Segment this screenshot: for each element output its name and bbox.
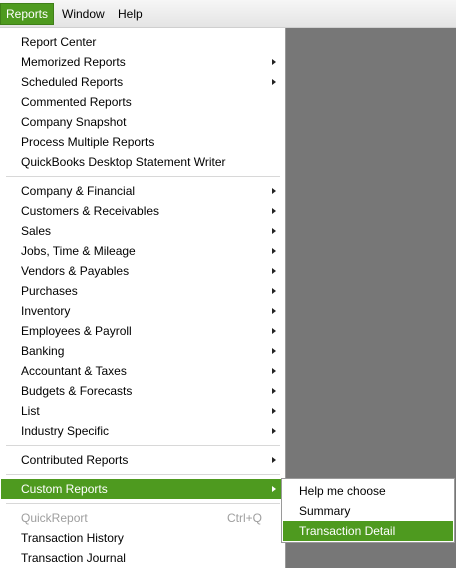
menu-item-customers-receivables[interactable]: Customers & Receivables bbox=[1, 201, 284, 221]
menu-item-label: Memorized Reports bbox=[21, 55, 126, 69]
menu-reports[interactable]: Reports bbox=[0, 3, 55, 25]
submenu-arrow-icon bbox=[272, 288, 276, 294]
menu-help[interactable]: Help bbox=[113, 3, 148, 25]
menu-window[interactable]: Window bbox=[57, 3, 110, 25]
submenu-arrow-icon bbox=[272, 228, 276, 234]
menu-item-label: Commented Reports bbox=[21, 95, 132, 109]
submenu-item-label: Transaction Detail bbox=[299, 524, 396, 538]
submenu-item-summary[interactable]: Summary bbox=[283, 501, 453, 521]
submenu-item-transaction-detail[interactable]: Transaction Detail bbox=[283, 521, 453, 541]
menu-item-custom-reports[interactable]: Custom Reports bbox=[1, 479, 284, 499]
menu-bar: Reports Window Help bbox=[0, 0, 456, 28]
submenu-arrow-icon bbox=[272, 428, 276, 434]
submenu-arrow-icon bbox=[272, 79, 276, 85]
submenu-item-label: Help me choose bbox=[299, 484, 386, 498]
submenu-arrow-icon bbox=[272, 59, 276, 65]
reports-menu: Report Center Memorized Reports Schedule… bbox=[0, 28, 286, 568]
menu-item-label: Custom Reports bbox=[21, 482, 108, 496]
submenu-arrow-icon bbox=[272, 188, 276, 194]
submenu-arrow-icon bbox=[272, 248, 276, 254]
menu-item-label: Transaction History bbox=[21, 531, 124, 545]
shortcut-label: Ctrl+Q bbox=[226, 511, 262, 525]
menu-item-report-center[interactable]: Report Center bbox=[1, 32, 284, 52]
menu-item-company-snapshot[interactable]: Company Snapshot bbox=[1, 112, 284, 132]
menu-item-vendors-payables[interactable]: Vendors & Payables bbox=[1, 261, 284, 281]
menu-item-label: Budgets & Forecasts bbox=[21, 384, 133, 398]
menu-item-budgets-forecasts[interactable]: Budgets & Forecasts bbox=[1, 381, 284, 401]
menu-item-label: Accountant & Taxes bbox=[21, 364, 127, 378]
submenu-arrow-icon bbox=[272, 348, 276, 354]
menu-item-label: Banking bbox=[21, 344, 65, 358]
menu-item-jobs-time-mileage[interactable]: Jobs, Time & Mileage bbox=[1, 241, 284, 261]
submenu-arrow-icon bbox=[272, 408, 276, 414]
menu-item-banking[interactable]: Banking bbox=[1, 341, 284, 361]
menu-item-inventory[interactable]: Inventory bbox=[1, 301, 284, 321]
submenu-arrow-icon bbox=[272, 328, 276, 334]
menu-item-accountant-taxes[interactable]: Accountant & Taxes bbox=[1, 361, 284, 381]
submenu-arrow-icon bbox=[272, 208, 276, 214]
menu-item-label: Company & Financial bbox=[21, 184, 136, 198]
menu-item-label: Report Center bbox=[21, 35, 97, 49]
menu-separator bbox=[6, 445, 280, 446]
menu-item-scheduled-reports[interactable]: Scheduled Reports bbox=[1, 72, 284, 92]
menu-item-transaction-journal[interactable]: Transaction Journal bbox=[1, 548, 284, 568]
menu-item-label: Vendors & Payables bbox=[21, 264, 130, 278]
menu-item-company-financial[interactable]: Company & Financial bbox=[1, 181, 284, 201]
menu-separator bbox=[6, 474, 280, 475]
submenu-arrow-icon bbox=[272, 368, 276, 374]
submenu-item-label: Summary bbox=[299, 504, 351, 518]
submenu-arrow-icon bbox=[272, 457, 276, 463]
menu-item-label: Industry Specific bbox=[21, 424, 110, 438]
menu-item-label: Customers & Receivables bbox=[21, 204, 160, 218]
menu-item-label: Employees & Payroll bbox=[21, 324, 132, 338]
menu-item-label: Contributed Reports bbox=[21, 453, 129, 467]
submenu-arrow-icon bbox=[272, 388, 276, 394]
menu-separator bbox=[6, 176, 280, 177]
menu-item-label: Company Snapshot bbox=[21, 115, 127, 129]
menu-item-label: Purchases bbox=[21, 284, 78, 298]
menu-item-transaction-history[interactable]: Transaction History bbox=[1, 528, 284, 548]
menu-item-label: QuickBooks Desktop Statement Writer bbox=[21, 155, 226, 169]
menu-item-contributed-reports[interactable]: Contributed Reports bbox=[1, 450, 284, 470]
menu-item-label: Scheduled Reports bbox=[21, 75, 124, 89]
menu-item-label: Process Multiple Reports bbox=[21, 135, 155, 149]
menu-separator bbox=[6, 503, 280, 504]
menu-item-employees-payroll[interactable]: Employees & Payroll bbox=[1, 321, 284, 341]
menu-item-process-multiple-reports[interactable]: Process Multiple Reports bbox=[1, 132, 284, 152]
menu-item-label: Sales bbox=[21, 224, 52, 238]
menu-item-statement-writer[interactable]: QuickBooks Desktop Statement Writer bbox=[1, 152, 284, 172]
menu-item-commented-reports[interactable]: Commented Reports bbox=[1, 92, 284, 112]
submenu-arrow-icon bbox=[272, 268, 276, 274]
menu-item-purchases[interactable]: Purchases bbox=[1, 281, 284, 301]
custom-reports-submenu: Help me choose Summary Transaction Detai… bbox=[281, 478, 455, 543]
menu-item-label: Inventory bbox=[21, 304, 71, 318]
menu-item-label: List bbox=[21, 404, 40, 418]
menu-item-label: Jobs, Time & Mileage bbox=[21, 244, 136, 258]
menu-item-list[interactable]: List bbox=[1, 401, 284, 421]
menu-item-label: Transaction Journal bbox=[21, 551, 126, 565]
menu-item-quickreport: QuickReport Ctrl+Q bbox=[1, 508, 284, 528]
submenu-item-help-me-choose[interactable]: Help me choose bbox=[283, 481, 453, 501]
menu-item-memorized-reports[interactable]: Memorized Reports bbox=[1, 52, 284, 72]
menu-item-industry-specific[interactable]: Industry Specific bbox=[1, 421, 284, 441]
menu-item-label: QuickReport bbox=[21, 511, 88, 525]
submenu-arrow-icon bbox=[272, 308, 276, 314]
menu-item-sales[interactable]: Sales bbox=[1, 221, 284, 241]
submenu-arrow-icon bbox=[272, 486, 276, 492]
